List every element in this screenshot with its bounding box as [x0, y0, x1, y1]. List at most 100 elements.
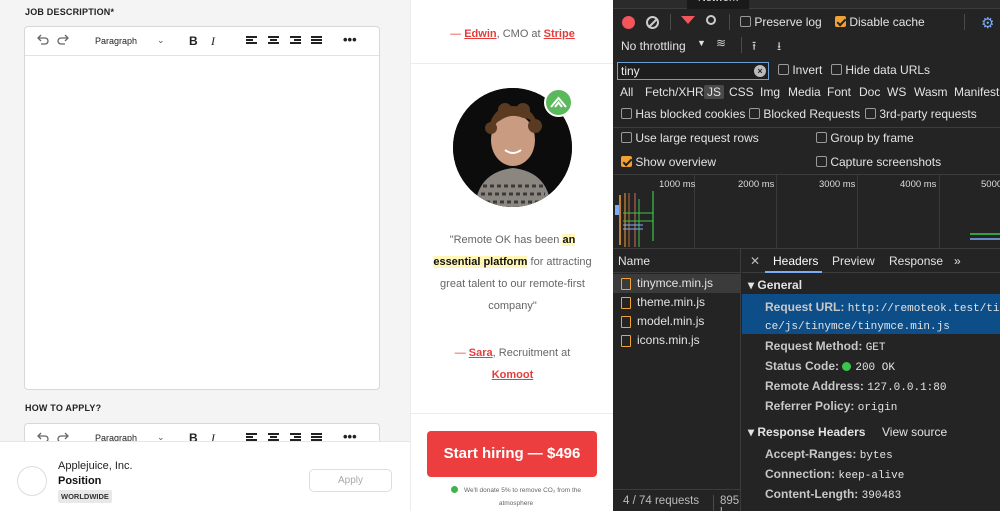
- type-filter-media[interactable]: Media: [788, 85, 821, 99]
- close-icon[interactable]: ✕: [750, 254, 760, 268]
- undo-icon[interactable]: [35, 33, 49, 47]
- request-method-row: Request Method: GET: [765, 339, 886, 354]
- company-link[interactable]: Stripe: [544, 28, 575, 40]
- more-options-icon[interactable]: •••: [343, 32, 357, 47]
- blocked-requests-checkbox[interactable]: Blocked Requests: [749, 107, 860, 121]
- divider: [411, 413, 614, 414]
- gear-icon[interactable]: ⚙: [981, 14, 994, 32]
- author-link[interactable]: Edwin: [464, 28, 496, 40]
- chevron-down-icon[interactable]: ▼: [697, 38, 706, 48]
- import-har-icon[interactable]: ⭱: [752, 37, 756, 58]
- author-link[interactable]: Sara: [469, 347, 493, 359]
- more-tabs-icon[interactable]: »: [954, 254, 961, 268]
- job-description-editor[interactable]: Paragraph ⌄ B I •••: [24, 26, 380, 390]
- blocked-cookies-checkbox[interactable]: Has blocked cookies: [621, 107, 745, 121]
- invert-checkbox[interactable]: Invert: [778, 63, 822, 77]
- type-filter-js[interactable]: JS: [704, 85, 725, 99]
- type-filter-css[interactable]: CSS: [729, 85, 754, 99]
- type-filter-all[interactable]: All: [620, 85, 633, 99]
- company-name: Applejuice, Inc.: [58, 460, 133, 472]
- tab-preview[interactable]: Preview: [832, 254, 875, 268]
- block-format-select[interactable]: Paragraph: [95, 36, 137, 46]
- align-right-icon[interactable]: [290, 36, 301, 46]
- chevron-down-icon[interactable]: ⌄: [157, 35, 165, 46]
- request-row[interactable]: tinymce.min.js: [613, 274, 741, 293]
- align-justify-icon[interactable]: [311, 36, 322, 46]
- record-icon[interactable]: [622, 16, 635, 29]
- preserve-log-checkbox[interactable]: Preserve log: [740, 15, 822, 29]
- tab-network[interactable]: Network: [687, 0, 749, 9]
- large-rows-checkbox[interactable]: Use large request rows: [621, 131, 759, 145]
- devtools-tabstrip: Network: [613, 0, 1000, 9]
- testimonial-quote: "Remote OK has been an essential platfor…: [433, 234, 592, 312]
- company-link[interactable]: Komoot: [492, 369, 534, 381]
- checkbox-icon: [778, 64, 789, 75]
- show-overview-checkbox[interactable]: Show overview: [621, 155, 716, 169]
- group-by-frame-checkbox[interactable]: Group by frame: [816, 131, 914, 145]
- hide-data-urls-checkbox[interactable]: Hide data URLs: [831, 63, 930, 77]
- italic-button[interactable]: I: [211, 34, 215, 49]
- devtools-network-panel: Network Preserve log Disable cache ⚙ No …: [613, 0, 1000, 511]
- capture-screenshots-checkbox[interactable]: Capture screenshots: [816, 155, 941, 169]
- request-row[interactable]: theme.min.js: [613, 293, 741, 312]
- align-center-icon[interactable]: [268, 36, 279, 46]
- filter-icon[interactable]: [681, 16, 695, 24]
- divider: [411, 63, 614, 64]
- throttling-select[interactable]: No throttling: [621, 39, 686, 53]
- referrer-policy-row: Referrer Policy: origin: [765, 399, 898, 414]
- bold-button[interactable]: B: [189, 34, 198, 48]
- align-left-icon[interactable]: [246, 36, 257, 46]
- timeline-bars-right: [970, 233, 1000, 240]
- testimonial-pane: — Edwin, CMO at Stripe "Remote OK has be…: [410, 0, 614, 511]
- general-section-header[interactable]: ▾ General: [748, 278, 802, 292]
- status-ok-icon: [842, 362, 852, 371]
- request-details: ✕ Headers Preview Response » ▾ General R…: [742, 249, 1000, 511]
- redo-icon[interactable]: [57, 33, 71, 47]
- type-filter-manifest[interactable]: Manifest: [954, 85, 999, 99]
- name-column-header[interactable]: Name: [613, 249, 741, 273]
- request-row[interactable]: icons.min.js: [613, 331, 741, 350]
- request-url-row: Request URL: http://remoteok.test/tinym …: [742, 294, 1000, 334]
- export-har-icon[interactable]: ⭳: [777, 37, 781, 58]
- content-length-row: Content-Length: 390483: [765, 487, 902, 502]
- third-party-checkbox[interactable]: 3rd-party requests: [865, 107, 977, 121]
- company-logo: [17, 466, 47, 496]
- timeline-tick: 4000 ms: [900, 179, 937, 190]
- checkbox-icon: [831, 64, 842, 75]
- apply-button[interactable]: Apply: [309, 469, 392, 492]
- request-list: Name tinymce.min.js theme.min.js model.m…: [613, 249, 741, 511]
- view-source-link[interactable]: View source: [882, 425, 947, 439]
- testimonial-author: — Sara, Recruitment at Komoot: [454, 347, 571, 381]
- type-filter-fetch-xhr[interactable]: Fetch/XHR: [645, 85, 704, 99]
- type-filter-doc[interactable]: Doc: [859, 85, 880, 99]
- job-description-label: JOB DESCRIPTION*: [25, 7, 115, 17]
- checkbox-icon: [816, 132, 827, 143]
- type-filter-font[interactable]: Font: [827, 85, 851, 99]
- type-filter-wasm[interactable]: Wasm: [914, 85, 948, 99]
- filter-input[interactable]: tiny: [617, 62, 769, 80]
- details-tabbar: ✕ Headers Preview Response »: [742, 249, 1000, 273]
- connection-row: Connection: keep-alive: [765, 467, 905, 482]
- tab-headers[interactable]: Headers: [773, 254, 818, 268]
- type-filter-img[interactable]: Img: [760, 85, 780, 99]
- type-filter-ws[interactable]: WS: [887, 85, 906, 99]
- network-conditions-icon[interactable]: ≋: [716, 36, 726, 50]
- start-hiring-button[interactable]: Start hiring — $496: [427, 431, 597, 477]
- request-row[interactable]: model.min.js: [613, 312, 741, 331]
- network-overview-timeline[interactable]: 1000 ms 2000 ms 3000 ms 4000 ms 5000: [613, 174, 1000, 249]
- request-summary: 4 / 74 requests 895 l: [613, 489, 741, 511]
- status-code-row: Status Code: 200 OK: [765, 359, 895, 374]
- checkbox-icon: [816, 156, 827, 167]
- job-form-pane: JOB DESCRIPTION* Paragraph ⌄ B I ••• HOW…: [0, 0, 410, 511]
- checkbox-icon: [740, 16, 751, 27]
- search-icon[interactable]: [706, 15, 716, 25]
- editor-toolbar: Paragraph ⌄ B I •••: [25, 27, 379, 56]
- tab-response[interactable]: Response: [889, 254, 943, 268]
- script-file-icon: [621, 316, 631, 328]
- clear-filter-icon[interactable]: ×: [754, 65, 766, 77]
- remote-address-row: Remote Address: 127.0.0.1:80: [765, 379, 947, 394]
- testimonial-citation: — Edwin, CMO at Stripe: [450, 28, 575, 40]
- disable-cache-checkbox[interactable]: Disable cache: [835, 15, 925, 29]
- clear-icon[interactable]: [646, 16, 659, 29]
- response-headers-section-header[interactable]: ▾ Response Headers: [748, 425, 865, 439]
